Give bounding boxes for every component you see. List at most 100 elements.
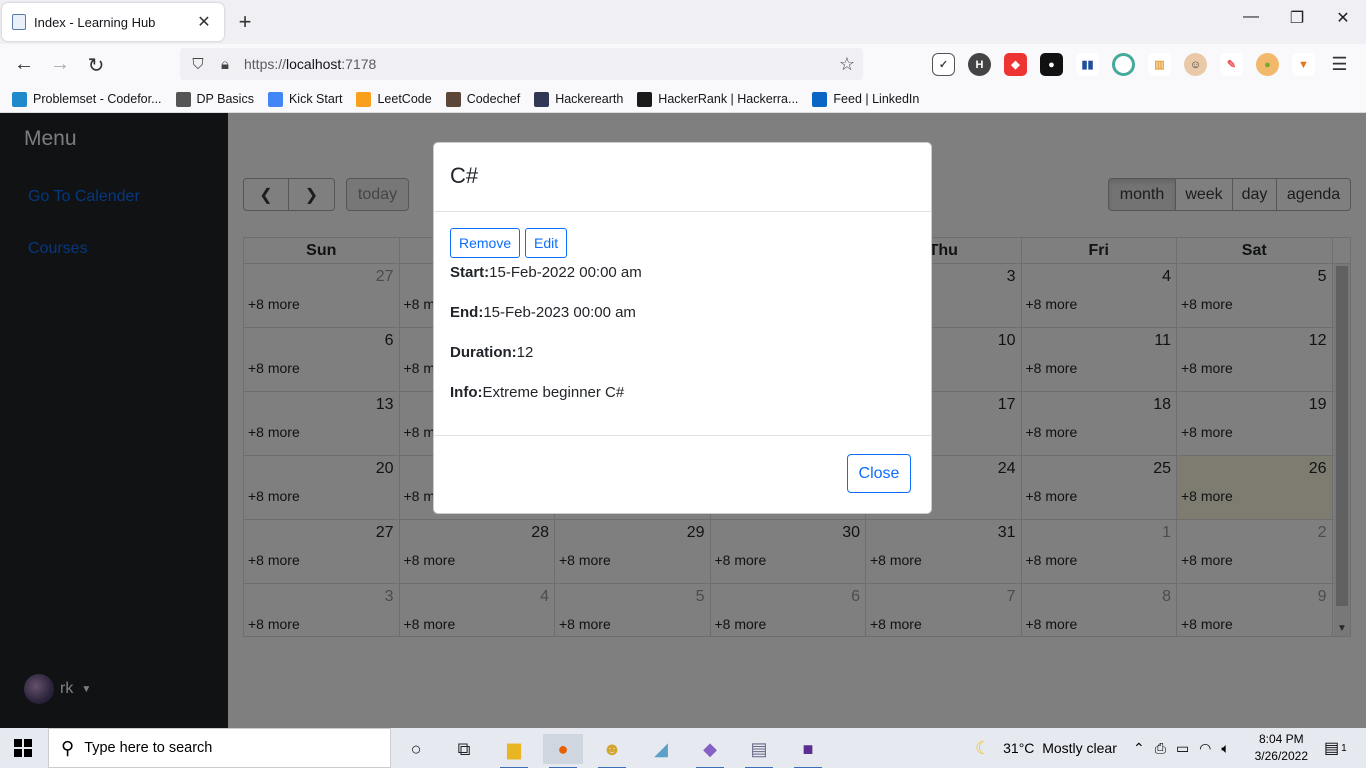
- menu-icon[interactable]: ☰: [1328, 53, 1351, 76]
- modal-body: Remove Edit Start:15-Feb-2022 00:00 am E…: [434, 212, 931, 436]
- minimize-icon[interactable]: —: [1228, 8, 1274, 26]
- taskbar-search[interactable]: ⚲ Type here to search: [48, 728, 391, 768]
- event-modal: C# Remove Edit Start:15-Feb-2022 00:00 a…: [433, 142, 932, 514]
- bookmark-item[interactable]: Feed | LinkedIn: [812, 91, 920, 107]
- new-tab-icon[interactable]: +: [234, 9, 256, 35]
- leetcode-icon: [356, 91, 372, 107]
- end-label: End:: [450, 304, 484, 321]
- file-explorer-icon[interactable]: ▆: [494, 734, 534, 768]
- bookmark-label: Codechef: [466, 92, 521, 106]
- info-label: Info:: [450, 384, 483, 401]
- pocket-icon[interactable]: ✓: [932, 53, 955, 76]
- codechef-icon: [445, 91, 461, 107]
- bookmark-star-icon[interactable]: ☆: [839, 54, 855, 75]
- browser-tab-bar: Index - Learning Hub ✕ + — ❐ ✕: [0, 0, 1366, 44]
- bookmark-label: LeetCode: [377, 92, 432, 106]
- reload-icon[interactable]: ↻: [84, 53, 108, 78]
- color-ring-icon[interactable]: [1112, 53, 1135, 76]
- bars-extension-icon[interactable]: ▮▮: [1076, 53, 1099, 76]
- firefox-icon[interactable]: ●: [543, 734, 583, 768]
- task-view-icon[interactable]: ⧉: [444, 734, 484, 764]
- clock[interactable]: 8:04 PM 3/26/2022: [1255, 731, 1308, 765]
- duration-field: Duration:12: [450, 344, 533, 361]
- url-text[interactable]: https://localhost:7178: [244, 56, 839, 72]
- h-extension-icon[interactable]: H: [968, 53, 991, 76]
- bookmark-item[interactable]: DP Basics: [175, 91, 254, 107]
- end-field: End:15-Feb-2023 00:00 am: [450, 304, 636, 321]
- forward-icon[interactable]: →: [48, 53, 72, 76]
- app-icon[interactable]: ☻: [592, 734, 632, 768]
- browser-nav-bar: ← → ↻ ⛉ 🔒︎ https://localhost:7178 ☆ ✓ H …: [0, 44, 1366, 86]
- pencil-extension-icon[interactable]: ✎: [1220, 53, 1243, 76]
- chart-extension-icon[interactable]: ▥: [1148, 53, 1171, 76]
- moon-icon: ☾: [975, 737, 992, 758]
- duration-value: 12: [516, 344, 534, 361]
- page-favicon-icon: [12, 14, 26, 30]
- bookmark-label: Feed | LinkedIn: [833, 92, 920, 106]
- modal-title: C#: [434, 143, 931, 212]
- cortana-icon[interactable]: ○: [396, 734, 436, 764]
- bookmark-item[interactable]: Hackerearth: [534, 91, 624, 107]
- bookmarks-bar: Problemset - Codefor... DP Basics Kick Sta…: [0, 86, 1366, 113]
- start-value: 15-Feb-2022 00:00 am: [489, 264, 642, 281]
- codeforces-icon: [12, 91, 27, 107]
- notes-app-icon[interactable]: ◢: [641, 734, 681, 764]
- hackerearth-icon: [534, 91, 550, 107]
- remove-button[interactable]: Remove: [450, 228, 521, 258]
- close-button[interactable]: Close: [847, 454, 911, 493]
- metamask-icon[interactable]: ▼: [1292, 53, 1315, 76]
- restore-icon[interactable]: ❐: [1274, 8, 1320, 28]
- search-icon: ⚲: [61, 737, 75, 758]
- hackerrank-icon: [637, 91, 653, 107]
- weather-widget[interactable]: ☾ 31°C Mostly clear: [975, 728, 1117, 768]
- bookmark-label: DP Basics: [196, 92, 254, 106]
- notification-count: 1: [1341, 742, 1347, 754]
- edit-button[interactable]: Edit: [525, 228, 568, 258]
- notifications-button[interactable]: ▤ 1: [1324, 728, 1347, 768]
- bookmark-item[interactable]: HackerRank | Hackerra...: [637, 91, 799, 107]
- image-viewer-icon[interactable]: ▤: [739, 734, 779, 768]
- terminal-icon[interactable]: ■: [788, 734, 828, 768]
- bookmark-item[interactable]: Codechef: [445, 91, 521, 107]
- notification-icon: ▤: [1324, 740, 1340, 757]
- duration-label: Duration:: [450, 344, 517, 361]
- bookmark-item[interactable]: LeetCode: [356, 91, 432, 107]
- end-value: 15-Feb-2023 00:00 am: [483, 304, 636, 321]
- info-value: Extreme beginner C#: [482, 384, 625, 401]
- address-bar[interactable]: ⛉ 🔒︎ https://localhost:7178 ☆: [180, 48, 863, 80]
- potato-extension-icon[interactable]: ●: [1256, 53, 1279, 76]
- bookmark-label: Problemset - Codefor...: [33, 92, 162, 106]
- search-placeholder: Type here to search: [84, 740, 213, 756]
- linkedin-icon: [812, 91, 828, 107]
- ublock-icon[interactable]: ◆: [1004, 53, 1027, 76]
- face-extension-icon[interactable]: ☺: [1184, 53, 1207, 76]
- shield-icon[interactable]: ⛉: [189, 56, 207, 73]
- clock-date: 3/26/2022: [1254, 749, 1308, 763]
- start-label: Start:: [450, 264, 490, 281]
- visual-studio-icon[interactable]: ◆: [690, 734, 730, 768]
- bookmark-item[interactable]: Kick Start: [267, 91, 343, 107]
- back-icon[interactable]: ←: [12, 53, 36, 76]
- bookmark-label: HackerRank | Hackerra...: [658, 92, 799, 106]
- bookmark-label: Hackerearth: [555, 92, 624, 106]
- bookmark-item[interactable]: Problemset - Codefor...: [12, 91, 162, 107]
- window-close-icon[interactable]: ✕: [1320, 8, 1366, 28]
- close-tab-icon[interactable]: ✕: [194, 12, 214, 32]
- browser-tab[interactable]: Index - Learning Hub ✕: [2, 3, 224, 41]
- windows-taskbar: ⚲ Type here to search ○ ⧉ ▆ ● ☻ ◢ ◆ ▤ ■ …: [0, 728, 1366, 768]
- wifi-icon[interactable]: ◠: [1199, 740, 1211, 757]
- volume-icon[interactable]: 🔈︎: [1221, 740, 1229, 757]
- ghost-extension-icon[interactable]: ●: [1040, 53, 1063, 76]
- bookmark-label: Kick Start: [288, 92, 343, 106]
- info-field: Info:Extreme beginner C#: [450, 384, 624, 401]
- dp-icon: [175, 91, 191, 107]
- system-tray: ⌃ ⎙ ▭ ◠ 🔈︎: [1133, 728, 1230, 768]
- clock-time: 8:04 PM: [1258, 732, 1304, 746]
- tab-title: Index - Learning Hub: [34, 14, 156, 30]
- windows-start-icon[interactable]: [14, 739, 32, 757]
- device-icon[interactable]: ⎙: [1155, 740, 1166, 757]
- chevron-up-icon[interactable]: ⌃: [1133, 740, 1145, 757]
- battery-icon[interactable]: ▭: [1176, 740, 1189, 757]
- lock-icon[interactable]: 🔒︎: [216, 56, 234, 73]
- weather-text: 31°C Mostly clear: [1003, 740, 1117, 756]
